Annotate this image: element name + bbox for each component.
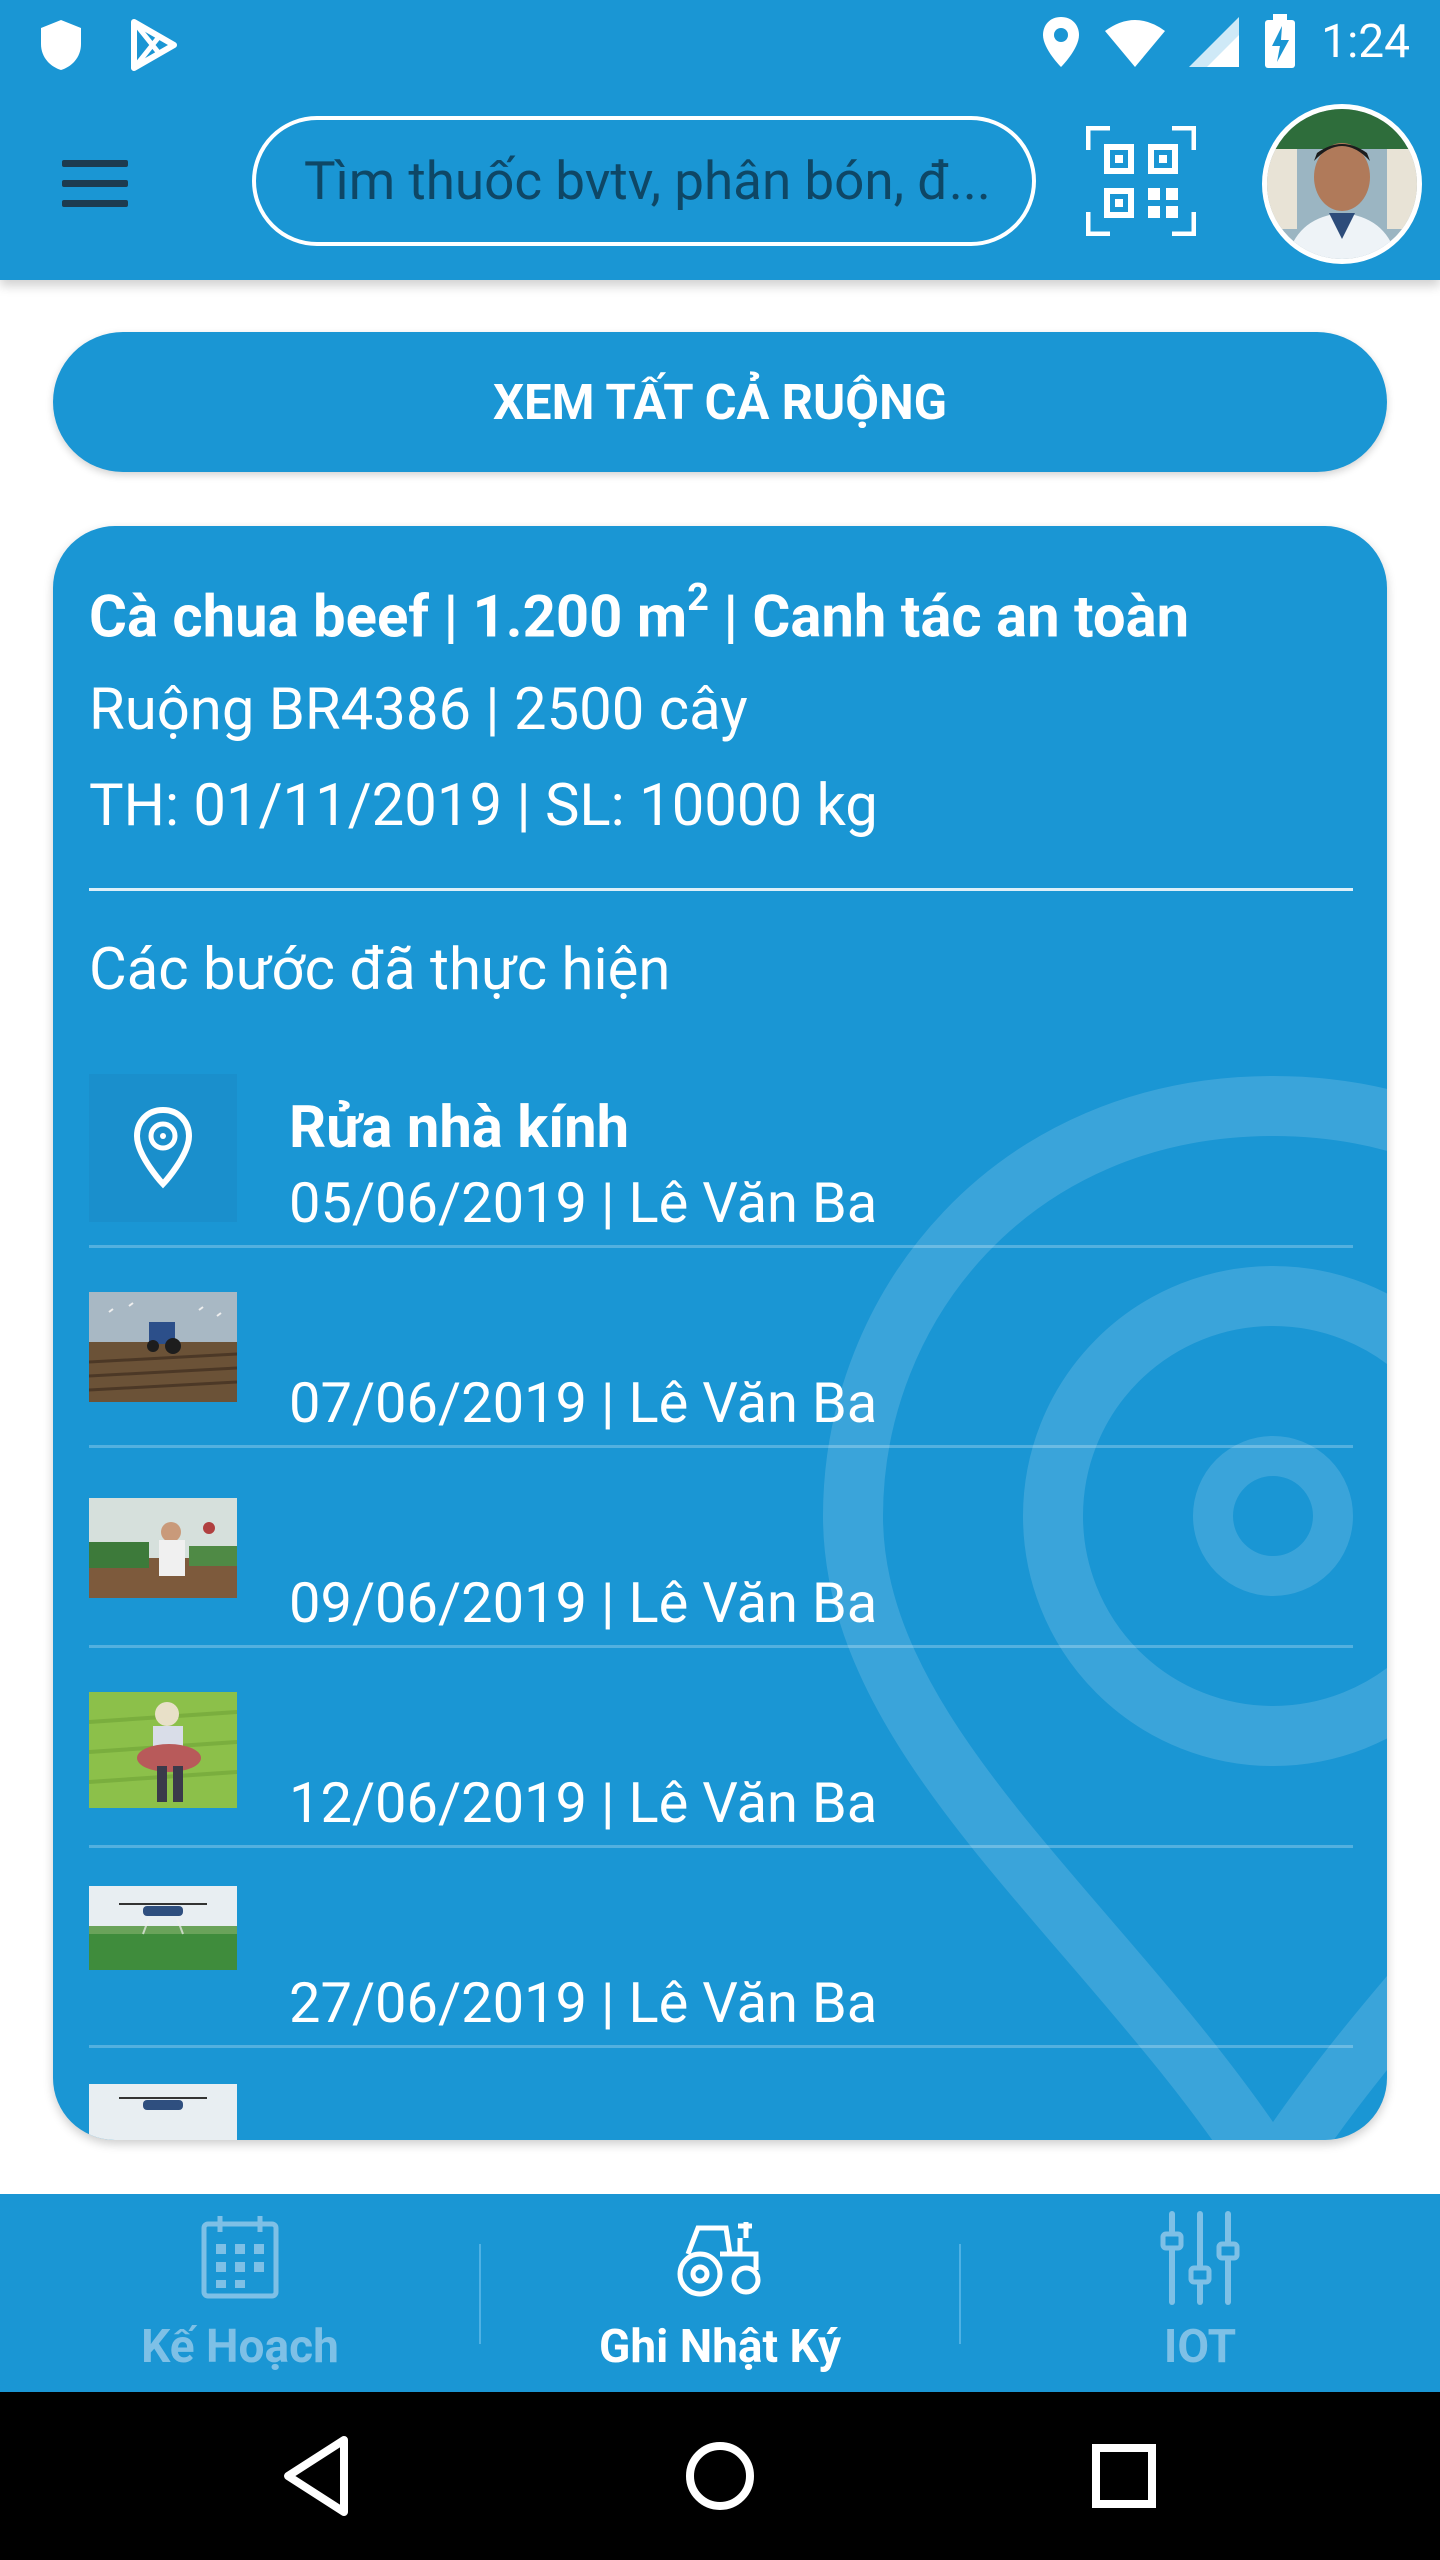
tab-label: Ghi Nhật Ký: [598, 2320, 842, 2374]
tractor-field-photo: [89, 1292, 237, 1402]
drone-spraying-photo: [89, 1886, 237, 1970]
bottom-navigation: Kế Hoạch Ghi Nhật Ký IOT: [0, 2188, 1440, 2392]
sliders-icon: [1160, 2211, 1240, 2305]
qr-scan-icon[interactable]: [1086, 126, 1196, 236]
step-meta: 27/06/2019 | Lê Văn Ba: [289, 1970, 878, 2036]
play-store-icon: [131, 19, 177, 71]
step-meta: 09/06/2019 | Lê Văn Ba: [289, 1570, 878, 1636]
app-header: 1:24: [0, 0, 1440, 280]
hamburger-icon: [62, 160, 128, 167]
signal-icon: [1189, 17, 1240, 67]
step-item[interactable]: 12/06/2019 | Lê Văn Ba: [89, 1648, 1353, 1848]
step-item[interactable]: 07/06/2019 | Lê Văn Ba: [89, 1248, 1353, 1448]
tractor-icon: [677, 2222, 761, 2297]
step-item[interactable]: [89, 2048, 1353, 2140]
farmer-spreading-photo: [89, 1692, 237, 1808]
status-time: 1:24: [1321, 15, 1410, 69]
field-harvest-info: TH: 01/11/2019 | SL: 10000 kg: [89, 772, 878, 840]
step-item[interactable]: 09/06/2019 | Lê Văn Ba: [89, 1448, 1353, 1648]
user-photo: [1267, 109, 1417, 259]
search-input[interactable]: [304, 150, 1008, 212]
status-bar: 1:24: [0, 0, 1440, 90]
location-icon: [89, 1074, 237, 1222]
card-divider: [89, 888, 1353, 891]
battery-charging-icon: [1265, 14, 1296, 68]
field-card[interactable]: Cà chua beef | 1.200 m2 | Canh tác an to…: [53, 526, 1387, 2140]
avatar[interactable]: [1262, 104, 1422, 264]
location-status-icon: [1043, 17, 1080, 67]
step-title: Rửa nhà kính: [289, 1094, 630, 1162]
step-item[interactable]: 27/06/2019 | Lê Văn Ba: [89, 1848, 1353, 2048]
shield-icon: [41, 20, 81, 70]
calendar-icon: [201, 2216, 279, 2299]
step-meta: 07/06/2019 | Lê Văn Ba: [289, 1370, 878, 1436]
recents-icon[interactable]: [1074, 2426, 1174, 2526]
tab-ke-hoach[interactable]: Kế Hoạch: [0, 2194, 480, 2392]
steps-heading: Các bước đã thực hiện: [89, 936, 671, 1004]
field-plot-info: Ruộng BR4386 | 2500 cây: [89, 676, 748, 744]
wifi-icon: [1105, 20, 1166, 67]
tab-label: Kế Hoạch: [141, 2320, 339, 2374]
search-bar[interactable]: [252, 116, 1036, 246]
home-icon[interactable]: [670, 2426, 770, 2526]
field-title: Cà chua beef | 1.200 m2 | Canh tác an to…: [89, 576, 1190, 652]
back-icon[interactable]: [266, 2426, 366, 2526]
tab-ghi-nhat-ky[interactable]: Ghi Nhật Ký: [480, 2188, 960, 2392]
menu-button[interactable]: [54, 150, 138, 210]
step-item[interactable]: Rửa nhà kính 05/06/2019 | Lê Văn Ba: [89, 1048, 1353, 1248]
system-navigation-bar: [0, 2392, 1440, 2560]
view-all-fields-button[interactable]: XEM TẤT CẢ RUỘNG: [53, 332, 1387, 472]
greenhouse-worker-photo: [89, 1498, 237, 1598]
step-meta: 12/06/2019 | Lê Văn Ba: [289, 1770, 878, 1836]
tab-separator: [479, 2244, 481, 2344]
drone-spraying-photo: [89, 2084, 237, 2140]
tab-label: IOT: [1163, 2320, 1237, 2374]
tab-iot[interactable]: IOT: [960, 2194, 1440, 2392]
step-meta: 05/06/2019 | Lê Văn Ba: [289, 1170, 878, 1236]
tab-separator: [959, 2244, 961, 2344]
